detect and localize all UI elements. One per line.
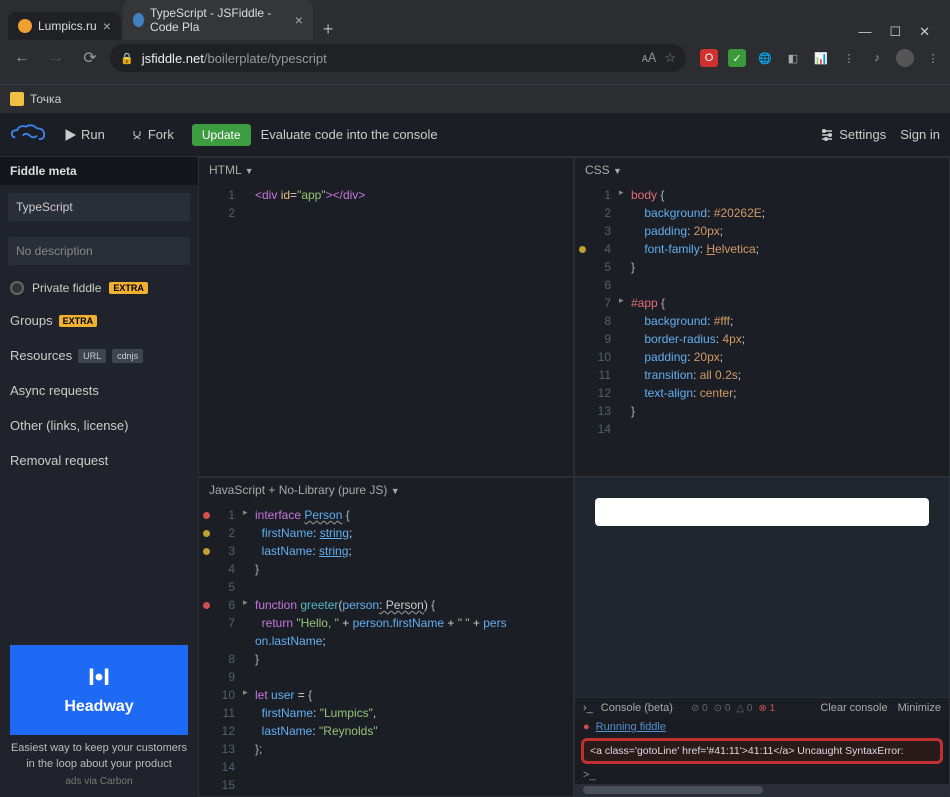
jsfiddle-app: Run Fork Update Evaluate code into the c…: [0, 113, 950, 797]
extra-badge: EXTRA: [59, 315, 98, 327]
sidebar-item-other[interactable]: Other (links, license): [0, 408, 198, 443]
html-editor[interactable]: 1<div id="app"></div> 2: [199, 182, 573, 476]
css-panel: CSS ▼ 1▸body { 2 background: #20262E; 3 …: [574, 157, 950, 477]
minimize-icon[interactable]: —: [858, 24, 871, 40]
html-panel-header[interactable]: HTML ▼: [199, 158, 573, 182]
css-editor[interactable]: 1▸body { 2 background: #20262E; 3 paddin…: [575, 182, 949, 476]
star-icon[interactable]: ☆: [664, 50, 676, 66]
css-panel-header[interactable]: CSS ▼: [575, 158, 949, 182]
translate-icon[interactable]: 🗚: [642, 50, 657, 66]
jsfiddle-logo[interactable]: [10, 123, 46, 147]
folder-icon: [10, 92, 24, 106]
bookmark-bar: Точка: [0, 85, 950, 113]
scrollbar-thumb[interactable]: [583, 786, 763, 794]
sidebar-item-removal[interactable]: Removal request: [0, 443, 198, 478]
url-bar[interactable]: 🔒 jsfiddle.net/boilerplate/typescript 🗚 …: [110, 44, 686, 72]
html-panel: HTML ▼ 1<div id="app"></div> 2: [198, 157, 574, 477]
extension-icons: O ✓ 🌐 ◧ 📊 ⋮ ♪ ⋮: [700, 49, 942, 67]
back-button[interactable]: ←: [8, 49, 36, 67]
ad-via: ads via Carbon: [10, 776, 188, 787]
sidebar-ad[interactable]: I•I Headway Easiest way to keep your cus…: [0, 635, 198, 797]
tab-title: Lumpics.ru: [38, 19, 97, 33]
error-dot-icon: ●: [583, 721, 590, 733]
close-icon[interactable]: ×: [295, 12, 303, 28]
close-window-icon[interactable]: ✕: [919, 24, 930, 40]
console-error-highlighted[interactable]: <a class='gotoLine' href='#41:11'>41:11<…: [581, 738, 943, 764]
js-panel: JavaScript + No-Library (pure JS) ▼ 1▸in…: [198, 477, 574, 797]
ad-box: I•I Headway: [10, 645, 188, 735]
url-path: /boilerplate/typescript: [204, 51, 327, 66]
browser-tab-lumpics[interactable]: Lumpics.ru ×: [8, 12, 121, 40]
update-button[interactable]: Update: [192, 124, 251, 146]
chevron-down-icon: ▼: [391, 486, 400, 496]
result-area: [575, 478, 949, 697]
run-button[interactable]: Run: [56, 123, 113, 146]
minimize-console-button[interactable]: Minimize: [898, 702, 941, 714]
bookmark-item[interactable]: Точка: [30, 92, 61, 106]
favicon: [133, 13, 144, 27]
ext-icon[interactable]: ◧: [784, 49, 802, 67]
chevron-down-icon: ▼: [613, 166, 622, 176]
toggle-icon: [10, 281, 24, 295]
console-prompt[interactable]: >_: [575, 766, 949, 784]
fiddle-title-field[interactable]: TypeScript: [8, 193, 190, 221]
globe-icon[interactable]: 🌐: [756, 49, 774, 67]
extra-badge: EXTRA: [109, 282, 148, 294]
sidebar: Fiddle meta TypeScript No description Pr…: [0, 157, 198, 797]
private-fiddle-toggle[interactable]: Private fiddle EXTRA: [0, 273, 198, 303]
result-panel: ›_ Console (beta) ⊘ 0 ⊙ 0 △ 0 ⊗ 1 Clear …: [574, 477, 950, 797]
browser-chrome: Lumpics.ru × TypeScript - JSFiddle - Cod…: [0, 0, 950, 85]
opera-icon[interactable]: O: [700, 49, 718, 67]
url-badge: URL: [78, 349, 106, 363]
close-icon[interactable]: ×: [103, 18, 111, 34]
console-status: ⊘ 0 ⊙ 0 △ 0 ⊗ 1: [691, 703, 775, 714]
sidebar-item-async[interactable]: Async requests: [0, 373, 198, 408]
console-body: ● Running fiddle <a class='gotoLine' hre…: [575, 718, 949, 796]
maximize-icon[interactable]: ☐: [889, 24, 901, 40]
console-label: Console (beta): [601, 702, 673, 714]
ext-icon[interactable]: ⋮: [840, 49, 858, 67]
favicon: [18, 19, 32, 33]
sidebar-item-resources[interactable]: Resources URL cdnjs: [0, 338, 198, 373]
tab-bar: Lumpics.ru × TypeScript - JSFiddle - Cod…: [0, 0, 950, 40]
avatar[interactable]: [896, 49, 914, 67]
window-controls: — ☐ ✕: [858, 24, 942, 40]
app-topbar: Run Fork Update Evaluate code into the c…: [0, 113, 950, 157]
forward-button[interactable]: →: [42, 49, 70, 67]
clear-console-button[interactable]: Clear console: [820, 702, 887, 714]
reload-button[interactable]: ⟳: [76, 48, 104, 68]
menu-icon[interactable]: ⋮: [924, 49, 942, 67]
ext-icon[interactable]: 📊: [812, 49, 830, 67]
result-app-box: [595, 498, 929, 526]
fork-button[interactable]: Fork: [123, 123, 182, 146]
fiddle-description-field[interactable]: No description: [8, 237, 190, 265]
console-expand-icon[interactable]: ›_: [583, 702, 593, 714]
ext-icon[interactable]: ✓: [728, 49, 746, 67]
lock-icon: 🔒: [120, 52, 134, 65]
settings-button[interactable]: Settings: [820, 127, 886, 142]
address-bar: ← → ⟳ 🔒 jsfiddle.net/boilerplate/typescr…: [0, 40, 950, 76]
horizontal-scrollbar[interactable]: [575, 784, 949, 796]
console-line-running: ● Running fiddle: [575, 718, 949, 736]
new-tab-button[interactable]: +: [315, 19, 342, 40]
ad-text: Easiest way to keep your customers in th…: [10, 741, 188, 772]
tab-title: TypeScript - JSFiddle - Code Pla: [150, 6, 289, 34]
headway-logo-icon: I•I: [88, 664, 110, 692]
signin-button[interactable]: Sign in: [900, 127, 940, 142]
url-domain: jsfiddle.net: [142, 51, 204, 66]
js-panel-header[interactable]: JavaScript + No-Library (pure JS) ▼: [199, 478, 573, 502]
browser-tab-jsfiddle[interactable]: TypeScript - JSFiddle - Code Pla ×: [123, 0, 313, 40]
js-editor[interactable]: 1▸interface Person { 2 firstName: string…: [199, 502, 573, 796]
cdnjs-badge: cdnjs: [112, 349, 143, 363]
chevron-down-icon: ▼: [245, 166, 254, 176]
console-bar: ›_ Console (beta) ⊘ 0 ⊙ 0 △ 0 ⊗ 1 Clear …: [575, 697, 949, 718]
editor-panels: HTML ▼ 1<div id="app"></div> 2 CSS ▼ 1▸b…: [198, 157, 950, 797]
sidebar-header: Fiddle meta: [0, 157, 198, 185]
evaluate-button[interactable]: Evaluate code into the console: [261, 127, 438, 142]
sidebar-item-groups[interactable]: Groups EXTRA: [0, 303, 198, 338]
playlist-icon[interactable]: ♪: [868, 49, 886, 67]
